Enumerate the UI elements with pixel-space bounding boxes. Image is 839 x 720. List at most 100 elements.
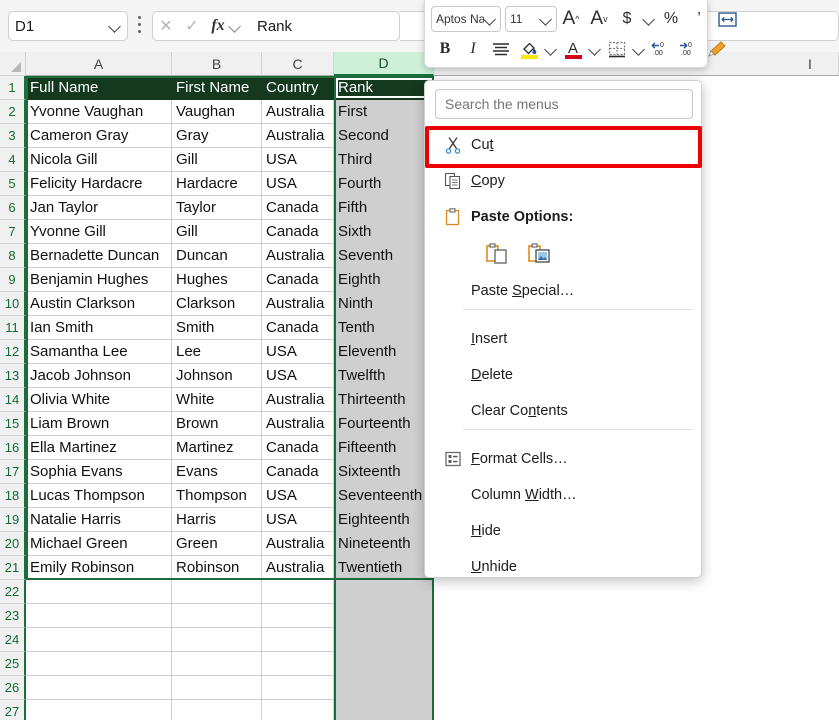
cell-D5[interactable]: Fourth: [334, 172, 434, 196]
cell-D10[interactable]: Ninth: [334, 292, 434, 316]
cell-A26[interactable]: [26, 676, 172, 700]
cell-D1[interactable]: Rank: [334, 76, 434, 100]
cell-D11[interactable]: Tenth: [334, 316, 434, 340]
context-menu-item-hide[interactable]: Hide: [427, 513, 701, 549]
cell-A8[interactable]: Bernadette Duncan: [26, 244, 172, 268]
column-header-C[interactable]: C: [262, 52, 334, 76]
row-header-3[interactable]: 3: [0, 124, 26, 148]
cell-B1[interactable]: First Name: [172, 76, 262, 100]
cell-A21[interactable]: Emily Robinson: [26, 556, 172, 580]
row-header-15[interactable]: 15: [0, 412, 26, 436]
row-header-16[interactable]: 16: [0, 436, 26, 460]
cell-A19[interactable]: Natalie Harris: [26, 508, 172, 532]
cell-A23[interactable]: [26, 604, 172, 628]
cell-D12[interactable]: Eleventh: [334, 340, 434, 364]
row-header-22[interactable]: 22: [0, 580, 26, 604]
borders-chevron-down-icon[interactable]: [631, 35, 647, 63]
cell-C10[interactable]: Australia: [262, 292, 334, 316]
cell-A10[interactable]: Austin Clarkson: [26, 292, 172, 316]
context-menu-item-insert[interactable]: Insert: [427, 321, 701, 357]
row-header-8[interactable]: 8: [0, 244, 26, 268]
row-header-17[interactable]: 17: [0, 460, 26, 484]
cell-D23[interactable]: [334, 604, 434, 628]
row-header-7[interactable]: 7: [0, 220, 26, 244]
cell-B3[interactable]: Gray: [172, 124, 262, 148]
row-header-11[interactable]: 11: [0, 316, 26, 340]
row-header-12[interactable]: 12: [0, 340, 26, 364]
cell-A18[interactable]: Lucas Thompson: [26, 484, 172, 508]
cell-B25[interactable]: [172, 652, 262, 676]
cell-C6[interactable]: Canada: [262, 196, 334, 220]
cell-C18[interactable]: USA: [262, 484, 334, 508]
cell-D6[interactable]: Fifth: [334, 196, 434, 220]
cell-B10[interactable]: Clarkson: [172, 292, 262, 316]
cell-B23[interactable]: [172, 604, 262, 628]
cell-C3[interactable]: Australia: [262, 124, 334, 148]
cell-D13[interactable]: Twelfth: [334, 364, 434, 388]
formula-chevron-down-icon[interactable]: [229, 20, 241, 32]
cell-C9[interactable]: Canada: [262, 268, 334, 292]
cell-A13[interactable]: Jacob Johnson: [26, 364, 172, 388]
cell-D22[interactable]: [334, 580, 434, 604]
cell-C27[interactable]: [262, 700, 334, 720]
cell-A27[interactable]: [26, 700, 172, 720]
cell-A2[interactable]: Yvonne Vaughan: [26, 100, 172, 124]
comma-style-icon[interactable]: ’: [685, 5, 713, 33]
cell-C11[interactable]: Canada: [262, 316, 334, 340]
cell-B14[interactable]: White: [172, 388, 262, 412]
cell-D24[interactable]: [334, 628, 434, 652]
row-header-20[interactable]: 20: [0, 532, 26, 556]
cell-B21[interactable]: Robinson: [172, 556, 262, 580]
name-box[interactable]: D1: [8, 11, 128, 41]
cell-C1[interactable]: Country: [262, 76, 334, 100]
currency-chevron-down-icon[interactable]: [641, 5, 657, 33]
cell-C8[interactable]: Australia: [262, 244, 334, 268]
cell-A22[interactable]: [26, 580, 172, 604]
increase-decimal-icon[interactable]: 0 .00: [675, 35, 703, 63]
paste-values-icon[interactable]: [483, 241, 511, 269]
cell-A4[interactable]: Nicola Gill: [26, 148, 172, 172]
cell-D16[interactable]: Fifteenth: [334, 436, 434, 460]
decrease-decimal-icon[interactable]: 0 .00: [647, 35, 675, 63]
cell-A20[interactable]: Michael Green: [26, 532, 172, 556]
bold-icon[interactable]: B: [431, 35, 459, 63]
cell-B19[interactable]: Harris: [172, 508, 262, 532]
cell-A9[interactable]: Benjamin Hughes: [26, 268, 172, 292]
cell-C17[interactable]: Canada: [262, 460, 334, 484]
cell-C2[interactable]: Australia: [262, 100, 334, 124]
cell-D9[interactable]: Eighth: [334, 268, 434, 292]
row-header-6[interactable]: 6: [0, 196, 26, 220]
font-size-box[interactable]: 11: [505, 6, 557, 32]
cell-D18[interactable]: Seventeenth: [334, 484, 434, 508]
row-header-2[interactable]: 2: [0, 100, 26, 124]
context-menu-item-cut[interactable]: Cut: [427, 127, 701, 163]
font-size-chevron-down-icon[interactable]: [540, 13, 552, 25]
cancel-icon[interactable]: ✕: [153, 16, 179, 36]
row-header-5[interactable]: 5: [0, 172, 26, 196]
select-all-corner[interactable]: [0, 52, 26, 76]
row-header-27[interactable]: 27: [0, 700, 26, 720]
cell-B17[interactable]: Evans: [172, 460, 262, 484]
column-header-A[interactable]: A: [26, 52, 172, 76]
cell-D3[interactable]: Second: [334, 124, 434, 148]
cell-C16[interactable]: Canada: [262, 436, 334, 460]
cell-D26[interactable]: [334, 676, 434, 700]
row-header-4[interactable]: 4: [0, 148, 26, 172]
cell-A3[interactable]: Cameron Gray: [26, 124, 172, 148]
cell-D8[interactable]: Seventh: [334, 244, 434, 268]
cell-C4[interactable]: USA: [262, 148, 334, 172]
cell-A5[interactable]: Felicity Hardacre: [26, 172, 172, 196]
italic-icon[interactable]: I: [459, 35, 487, 63]
cell-B13[interactable]: Johnson: [172, 364, 262, 388]
cell-C25[interactable]: [262, 652, 334, 676]
cell-C23[interactable]: [262, 604, 334, 628]
grow-font-icon[interactable]: A^: [557, 5, 585, 33]
cell-C26[interactable]: [262, 676, 334, 700]
cell-C20[interactable]: Australia: [262, 532, 334, 556]
cell-B26[interactable]: [172, 676, 262, 700]
cell-A25[interactable]: [26, 652, 172, 676]
fill-color-icon[interactable]: [515, 35, 543, 63]
row-header-25[interactable]: 25: [0, 652, 26, 676]
cell-B4[interactable]: Gill: [172, 148, 262, 172]
currency-icon[interactable]: $: [613, 5, 641, 33]
